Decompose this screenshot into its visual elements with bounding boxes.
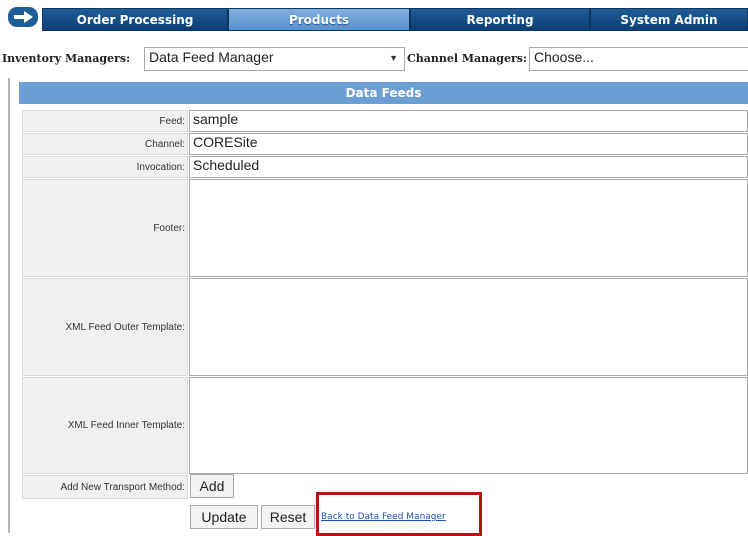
outer-template-textarea[interactable] [189, 278, 748, 376]
add-button[interactable]: Add [190, 474, 234, 498]
channel-field[interactable]: CORESite [189, 133, 748, 155]
channel-managers-label: Channel Managers: [407, 52, 528, 65]
inventory-managers-value: Data Feed Manager [149, 49, 274, 65]
tab-products[interactable]: Products [228, 8, 410, 31]
outer-template-label: XML Feed Outer Template: [22, 278, 188, 376]
transport-method-label: Add New Transport Method: [22, 475, 188, 499]
inner-template-textarea[interactable] [189, 377, 748, 474]
footer-textarea[interactable] [189, 179, 748, 277]
channel-managers-select[interactable]: Choose... [529, 47, 748, 71]
invocation-label: Invocation: [22, 156, 188, 178]
update-button[interactable]: Update [190, 505, 258, 529]
footer-label: Footer: [22, 179, 188, 277]
invocation-field[interactable]: Scheduled [189, 156, 748, 178]
highlight-box [316, 492, 482, 536]
arrow-right-logo-icon[interactable] [8, 7, 38, 27]
channel-label: Channel: [22, 133, 188, 155]
channel-managers-value: Choose... [534, 49, 594, 65]
top-nav-bar: Order Processing Products Reporting Syst… [0, 0, 748, 33]
reset-button[interactable]: Reset [261, 505, 315, 529]
inventory-managers-label: Inventory Managers: [2, 52, 131, 65]
tab-system-admin[interactable]: System Admin [590, 8, 748, 31]
inventory-managers-select[interactable]: Data Feed Manager ▼ [144, 47, 405, 71]
dropdown-caret-icon: ▼ [389, 53, 398, 63]
panel-title: Data Feeds [19, 82, 748, 104]
tab-reporting[interactable]: Reporting [410, 8, 590, 31]
tab-order-processing[interactable]: Order Processing [42, 8, 228, 31]
feed-label: Feed: [22, 110, 188, 132]
inner-template-label: XML Feed Inner Template: [22, 377, 188, 474]
feed-field[interactable]: sample [189, 110, 748, 132]
